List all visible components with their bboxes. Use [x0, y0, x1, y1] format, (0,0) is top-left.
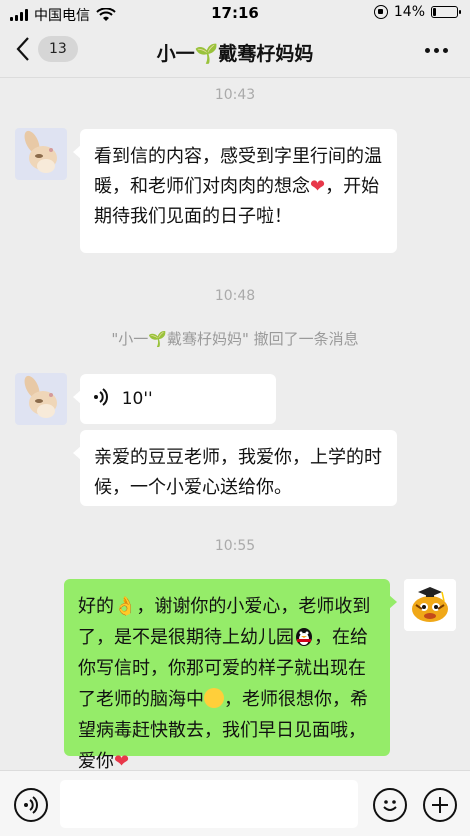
chat-input-bar [0, 770, 470, 836]
message-input[interactable] [60, 780, 358, 828]
message-bubble-incoming[interactable]: 亲爱的豆豆老师，我爱你，上学的时候，一个小爱心送给你。 [73, 430, 397, 506]
emoji-icon [383, 800, 397, 811]
timestamp: 10:55 [214, 538, 256, 554]
contact-avatar[interactable] [15, 373, 67, 425]
message-bubble-outgoing[interactable]: 好的👌，谢谢你的小爱心，老师收到了，是不是很期待上幼儿园 ，在给你写信时，你那可… [64, 579, 397, 772]
voice-toggle-button[interactable] [14, 788, 48, 822]
tiger-graduate-avatar-icon [404, 579, 456, 631]
battery-icon [431, 6, 461, 18]
dot-icon [443, 48, 448, 53]
timestamp: 10:43 [214, 87, 256, 103]
recall-text: 撤回了一条消息 [248, 330, 359, 348]
more-functions-button[interactable] [423, 788, 457, 822]
rotation-lock-icon [373, 5, 388, 19]
chat-title-prefix: 小一 [156, 43, 195, 65]
more-options-button[interactable] [425, 48, 448, 53]
chat-title: 小一🌱戴骞杍妈妈 [0, 39, 470, 66]
voice-icon [24, 796, 38, 814]
battery-percent: 14% [393, 4, 425, 20]
rabbit-avatar-icon [15, 373, 67, 425]
sprout-icon: 🌱 [148, 330, 167, 348]
recall-name-suffix: 戴骞杍妈妈" [166, 330, 249, 348]
dot-icon [434, 48, 439, 53]
heart-emoji-icon: ❤ [114, 751, 130, 772]
timestamp: 10:48 [214, 288, 256, 304]
sprout-icon: 🌱 [194, 43, 219, 65]
dot-icon [425, 48, 430, 53]
message-text: 好的 [78, 596, 114, 617]
contact-avatar[interactable] [15, 128, 67, 180]
chat-title-suffix: 戴骞杍妈妈 [218, 43, 314, 65]
chat-header: 13 小一🌱戴骞杍妈妈 [0, 26, 470, 78]
message-bubble-incoming[interactable]: 看到信的内容，感受到字里行间的温暖，和老师们对肉肉的想念❤，开始期待我们见面的日… [73, 129, 397, 253]
voice-message-bubble[interactable]: 10'' [73, 374, 276, 424]
plus-icon [432, 797, 448, 813]
penguin-emoji-icon [294, 625, 314, 647]
recall-name-prefix: "小一 [111, 330, 149, 348]
emoji-button[interactable] [373, 788, 407, 822]
voice-duration: 10'' [121, 389, 153, 409]
ok-hand-emoji-icon: 👌 [114, 596, 137, 617]
message-text: 亲爱的豆豆老师，我爱你，上学的时候，一个小爱心送给你。 [94, 447, 382, 498]
heart-emoji-icon: ❤ [310, 176, 326, 197]
rabbit-avatar-icon [15, 128, 67, 180]
blush-face-emoji-icon [204, 688, 224, 708]
voice-wave-icon [94, 388, 108, 406]
my-avatar[interactable] [404, 579, 456, 631]
status-bar: 中国电信 17:16 14% [0, 0, 470, 26]
recall-notice: "小一🌱戴骞杍妈妈" 撤回了一条消息 [0, 328, 470, 349]
status-right: 14% [373, 4, 461, 20]
